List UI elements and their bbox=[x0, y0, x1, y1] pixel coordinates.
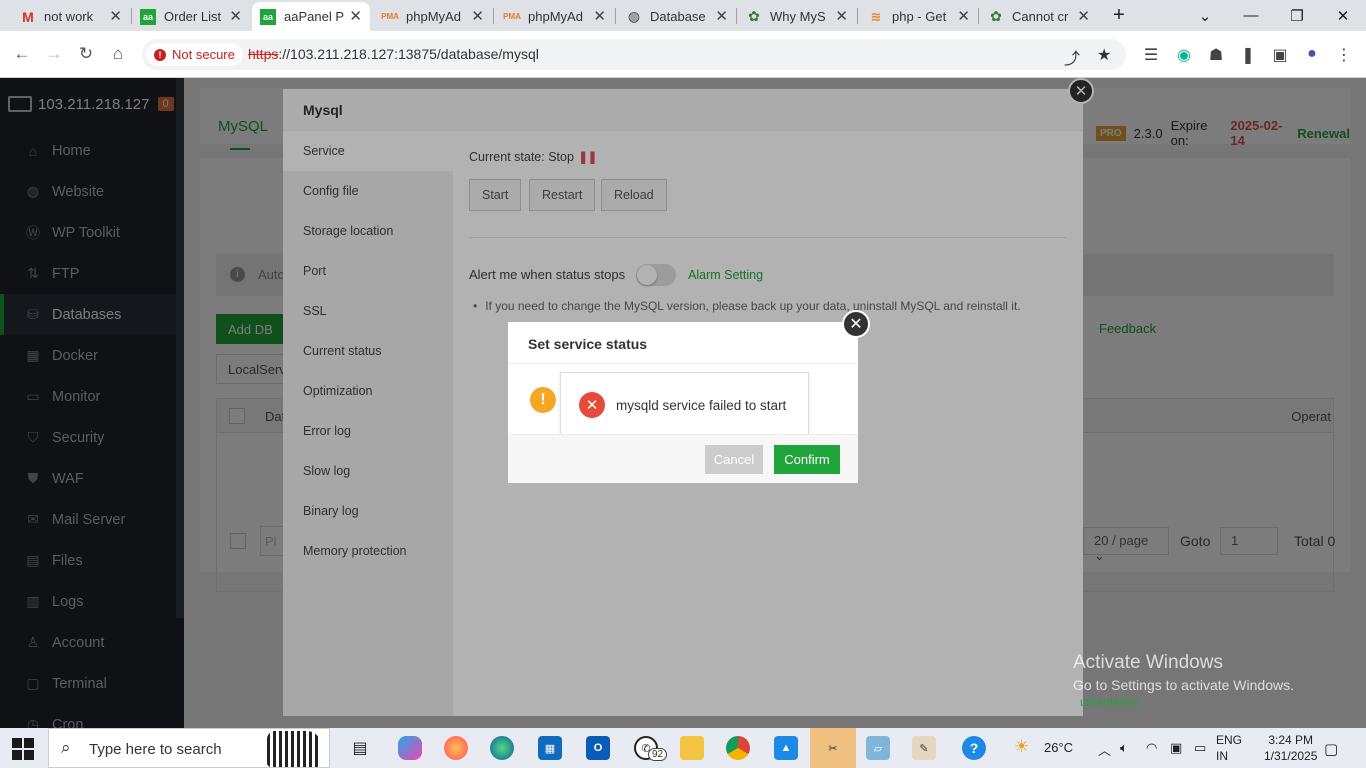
browser-tab[interactable]: PMA phpMyAd ✕ bbox=[374, 2, 492, 31]
profile-avatar-icon[interactable]: ● bbox=[1302, 45, 1322, 63]
error-icon: ✕ bbox=[579, 392, 605, 418]
forum-icon: ✿ bbox=[990, 8, 1002, 24]
tab-strip: M not work ✕ aa Order List ✕ aa aaPanel … bbox=[0, 0, 1366, 31]
language-indicator[interactable]: ENG IN bbox=[1216, 732, 1242, 764]
minimize-button[interactable]: — bbox=[1228, 0, 1274, 31]
back-button[interactable]: ← bbox=[10, 42, 34, 66]
task-view-icon[interactable]: ▤ bbox=[348, 736, 372, 760]
tab-separator bbox=[493, 8, 494, 24]
forward-button[interactable]: → bbox=[42, 42, 66, 66]
activate-windows-title: Activate Windows bbox=[1073, 652, 1223, 673]
activate-windows-subtitle: Go to Settings to activate Windows. bbox=[1073, 677, 1294, 693]
paint-icon[interactable]: ✎ bbox=[912, 736, 936, 760]
bookmark-icon[interactable]: ★ bbox=[1097, 45, 1111, 65]
file-explorer-icon[interactable] bbox=[680, 736, 704, 760]
warning-icon: ! bbox=[154, 48, 166, 61]
snipping-tool-icon[interactable]: ✂ bbox=[810, 728, 856, 768]
browser-tab[interactable]: aa Order List ✕ bbox=[132, 2, 250, 31]
tab-separator bbox=[736, 8, 737, 24]
app-icon[interactable]: ▱ bbox=[866, 736, 890, 760]
chrome-icon[interactable] bbox=[726, 736, 750, 760]
close-icon[interactable]: ✕ bbox=[715, 7, 728, 25]
confirm-button[interactable]: Confirm bbox=[774, 445, 840, 474]
browser-tab[interactable]: M not work ✕ bbox=[12, 2, 130, 31]
error-message: mysqld service failed to start bbox=[616, 398, 787, 413]
new-tab-button[interactable]: + bbox=[1096, 0, 1142, 31]
reload-button[interactable]: ↻ bbox=[74, 42, 98, 66]
browser-tab[interactable]: PMA phpMyAd ✕ bbox=[496, 2, 614, 31]
aapanel-icon: aa bbox=[260, 8, 276, 25]
home-button[interactable]: ⌂ bbox=[106, 42, 130, 66]
microsoft-store-icon[interactable]: ▦ bbox=[538, 736, 562, 760]
dialog-title: Set service status bbox=[508, 322, 858, 364]
browser-tab[interactable]: ≋ php - Get ✕ bbox=[860, 2, 978, 31]
windows-start-icon[interactable] bbox=[12, 738, 34, 760]
omnibox[interactable]: ! Not secure https://103.211.218.127:138… bbox=[142, 39, 1126, 70]
not-secure-chip[interactable]: ! Not secure bbox=[146, 43, 243, 66]
side-panel-icon[interactable]: ▣ bbox=[1270, 45, 1290, 65]
browser-tab[interactable]: ✿ Why MyS ✕ bbox=[738, 2, 856, 31]
help-icon[interactable]: ? bbox=[962, 736, 986, 760]
browser-tab[interactable]: ◍ Database ✕ bbox=[618, 2, 736, 31]
zebra-highlight-icon bbox=[267, 731, 321, 767]
volume-icon[interactable]: 🔈︎ bbox=[1120, 740, 1128, 756]
gmail-icon: M bbox=[22, 8, 34, 25]
warning-icon: ! bbox=[530, 387, 556, 413]
tab-separator bbox=[978, 8, 979, 24]
reading-list-icon[interactable]: ☰ bbox=[1141, 45, 1161, 65]
extension-icon[interactable]: ☗ bbox=[1206, 45, 1226, 65]
device-icon[interactable]: ▣ bbox=[1170, 740, 1182, 756]
firefox-icon[interactable] bbox=[444, 736, 468, 760]
documentation-link[interactable]: umentation bbox=[1080, 695, 1139, 709]
outlook-icon[interactable]: O bbox=[586, 736, 610, 760]
close-icon[interactable]: ✕ bbox=[957, 7, 970, 25]
close-icon[interactable]: ✕ bbox=[835, 7, 848, 25]
copilot-icon[interactable] bbox=[398, 736, 422, 760]
url-text[interactable]: https://103.211.218.127:13875/database/m… bbox=[248, 46, 539, 62]
tab-separator bbox=[857, 8, 858, 24]
network-icon[interactable]: ◠ bbox=[1146, 740, 1157, 756]
dialog-body: ! ✕ mysqld service failed to start bbox=[508, 364, 858, 436]
share-icon[interactable]: ⤴ bbox=[1064, 45, 1080, 69]
close-icon[interactable]: ✕ bbox=[1077, 7, 1090, 25]
phpmyadmin-icon: PMA bbox=[381, 12, 399, 21]
globe-icon: ◍ bbox=[627, 8, 641, 24]
search-icon: ⌕ bbox=[61, 738, 71, 757]
phpmyadmin-icon: PMA bbox=[503, 12, 521, 21]
address-bar: ← → ↻ ⌂ ! Not secure https://103.211.218… bbox=[0, 31, 1366, 78]
taskbar: ⌕ Type here to search ▤ ▦ O ✆ 92 ▲ ✂ ▱ ✎… bbox=[0, 728, 1366, 768]
error-message-toast: ✕ mysqld service failed to start bbox=[560, 372, 809, 436]
tray-chevron-icon[interactable]: ︿ bbox=[1098, 740, 1111, 759]
system-clock[interactable]: 3:24 PM 1/31/2025 bbox=[1264, 732, 1317, 764]
close-icon[interactable]: ✕ bbox=[109, 7, 122, 25]
aapanel-icon: aa bbox=[140, 8, 156, 25]
menu-icon[interactable]: ⋮ bbox=[1334, 45, 1354, 65]
close-window-button[interactable]: ✕ bbox=[1320, 0, 1366, 31]
dialog-close-button[interactable]: ✕ bbox=[842, 310, 870, 338]
taskbar-search[interactable]: ⌕ Type here to search bbox=[48, 728, 330, 768]
tab-search-chevron-icon[interactable]: ⌄ bbox=[1182, 0, 1228, 31]
service-status-dialog: Set service status ! ✕ mysqld service fa… bbox=[508, 322, 858, 483]
close-icon[interactable]: ✕ bbox=[349, 7, 362, 25]
weather-temp[interactable]: 26°C bbox=[1044, 740, 1073, 755]
bookmarks-icon[interactable]: ❚ bbox=[1238, 45, 1258, 65]
extension-vpn-icon[interactable]: ◉ bbox=[1174, 45, 1194, 65]
close-icon[interactable]: ✕ bbox=[471, 7, 484, 25]
browser-tab[interactable]: ✿ Cannot cr ✕ bbox=[980, 2, 1098, 31]
close-icon[interactable]: ✕ bbox=[593, 7, 606, 25]
forum-icon: ✿ bbox=[748, 8, 760, 24]
whatsapp-badge: 92 bbox=[648, 748, 668, 761]
tab-separator bbox=[615, 8, 616, 24]
cancel-button[interactable]: Cancel bbox=[705, 445, 763, 474]
close-icon[interactable]: ✕ bbox=[229, 7, 242, 25]
dialog-footer: Cancel Confirm bbox=[508, 434, 858, 483]
edge-icon[interactable] bbox=[490, 736, 514, 760]
weather-icon[interactable]: ☀ bbox=[1014, 737, 1029, 757]
photos-icon[interactable]: ▲ bbox=[774, 736, 798, 760]
battery-icon[interactable]: ▭ bbox=[1194, 740, 1206, 756]
stackoverflow-icon: ≋ bbox=[870, 8, 882, 24]
browser-tab-active[interactable]: aa aaPanel P ✕ bbox=[252, 2, 370, 31]
notifications-icon[interactable]: ▢ bbox=[1324, 740, 1338, 758]
maximize-button[interactable]: ❐ bbox=[1274, 0, 1320, 31]
